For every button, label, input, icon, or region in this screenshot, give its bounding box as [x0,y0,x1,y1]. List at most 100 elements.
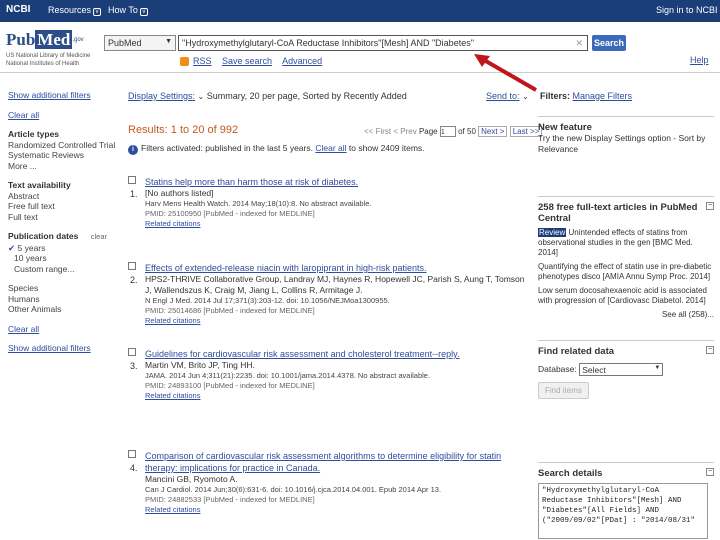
header-divider [0,72,720,73]
free-fulltext-item[interactable]: Review Unintended effects of statins fro… [538,228,714,258]
result-title-link[interactable]: Comparison of cardiovascular risk assess… [145,450,528,474]
article-types-heading: Article types [8,129,60,139]
result-pmid: PMID: 25014686 [PubMed - indexed for MED… [145,306,315,315]
collapse-icon[interactable]: − [706,346,714,354]
chevron-down-icon: ⌄ [197,92,205,101]
result-title-link[interactable]: Statins help more than harm those at ris… [145,176,528,188]
first-page-button[interactable]: << First [364,127,391,136]
chevron-down-icon: ▼ [654,365,661,371]
display-settings-link[interactable]: Display Settings: [128,91,195,101]
chevron-down-icon: v [139,8,148,16]
see-all-link[interactable]: See all (258)... [538,310,714,320]
clear-dates-link[interactable]: clear [91,232,107,241]
result-checkbox[interactable] [128,450,136,458]
rss-icon[interactable] [180,57,189,66]
page-of-label: of 50 [458,127,476,136]
signin-link[interactable]: Sign in to NCBI [656,5,718,15]
related-citations-link[interactable]: Related citations [145,316,528,326]
filter-notice: i Filters activated: published in the las… [128,143,425,155]
new-feature-box: New feature Try the new Display Settings… [538,116,714,155]
result-item: 1. Statins help more than harm those at … [128,176,528,229]
related-database-select[interactable]: Select ▼ [579,363,664,376]
filter-item[interactable]: More ... [8,161,120,172]
resources-menu[interactable]: Resources v [48,5,102,16]
send-to-link[interactable]: Send to: [486,91,520,101]
database-label: Database: [538,363,577,374]
next-page-button[interactable]: Next > [478,126,508,137]
result-item: 4. Comparison of cardiovascular risk ass… [128,450,528,515]
nlm-line2: National Institutes of Health [6,61,80,67]
filter-item[interactable]: Full text [8,212,120,223]
search-sublinks: RSS Save search Advanced [193,56,330,66]
related-citations-link[interactable]: Related citations [145,391,528,401]
new-feature-text[interactable]: Try the new Display Settings option - So… [538,133,714,155]
annotation-arrow-icon [474,54,537,92]
nlm-text: US National Library of Medicine National… [6,52,90,68]
filter-item[interactable]: Abstract [8,191,120,202]
result-authors: HPS2-THRIVE Collaborative Group, Landray… [145,274,525,295]
filter-item[interactable]: Systematic Reviews [8,150,120,161]
show-additional-filters-link[interactable]: Show additional filters [8,343,120,354]
info-icon: i [128,145,138,155]
help-link[interactable]: Help [690,55,709,65]
search-details-title: Search details [538,468,603,479]
send-to[interactable]: Send to: ⌄ [486,91,529,101]
result-title-link[interactable]: Effects of extended-release niacin with … [145,262,528,274]
collapse-icon[interactable]: − [706,468,714,476]
checkmark-icon: ✔ [8,242,16,253]
result-pmid: PMID: 24893100 [PubMed - indexed for MED… [145,381,315,390]
save-search-link[interactable]: Save search [222,56,272,66]
chevron-down-icon: ▼ [165,38,172,45]
filter-item[interactable]: Free full text [8,201,120,212]
prev-page-button[interactable]: < Prev [393,127,416,136]
result-citation: Can J Cardiol. 2014 Jun;30(6):631-6. doi… [145,485,442,494]
filter-clear-all-link[interactable]: Clear all [315,143,346,153]
manage-filters-link[interactable]: Manage Filters [573,91,633,101]
show-additional-filters-link[interactable]: Show additional filters [8,90,120,101]
filter-show-text: to show 2409 items. [348,143,425,153]
rss-link[interactable]: RSS [193,56,212,66]
search-input[interactable]: "Hydroxymethylglutaryl-CoA Reductase Inh… [178,35,588,51]
filter-notice-text: Filters activated: published in the last… [141,143,313,153]
text-availability-heading: Text availability [8,180,71,190]
results-count-title: Results: 1 to 20 of 992 [128,124,239,136]
page-number-value: 1 [440,129,445,137]
search-details-textarea[interactable]: "Hydroxymethylglutaryl-CoA Reductase Inh… [538,483,708,539]
filter-item-selected[interactable]: ✔ 5 years [8,243,120,254]
filter-item[interactable]: Randomized Controlled Trial [8,140,120,151]
result-checkbox[interactable] [128,176,136,184]
clear-all-link[interactable]: Clear all [8,324,120,335]
collapse-icon[interactable]: − [706,202,714,210]
clear-icon[interactable]: ✕ [575,38,583,49]
result-checkbox[interactable] [128,348,136,356]
filter-item-label: 5 years [17,242,46,253]
display-settings[interactable]: Display Settings: ⌄ Summary, 20 per page… [128,91,407,101]
clear-all-link[interactable]: Clear all [8,110,120,121]
result-authors: Mancini GB, Ryomoto A. [145,474,238,484]
filter-item[interactable]: Other Animals [8,304,120,315]
free-fulltext-item[interactable]: Quantifying the effect of statin use in … [538,262,714,282]
top-bar: NCBI Resources v How To v Sign in to NCBI [0,0,720,22]
result-citation: JAMA. 2014 Jun 4;311(21):2235. doi: 10.1… [145,371,431,380]
related-citations-link[interactable]: Related citations [145,219,528,229]
find-related-data-box: Find related data − Database: Select ▼ Fi… [538,340,714,399]
advanced-link[interactable]: Advanced [282,56,322,66]
free-fulltext-item[interactable]: Low serum docosahexaenoic acid is associ… [538,286,714,306]
howto-menu[interactable]: How To v [108,5,148,16]
species-heading: Species [8,283,39,293]
page-number-input[interactable]: 1 [439,126,456,138]
search-button[interactable]: Search [592,35,626,51]
filter-item[interactable]: Humans [8,294,120,305]
result-checkbox[interactable] [128,262,136,270]
result-title-link[interactable]: Guidelines for cardiovascular risk asses… [145,348,528,360]
ncbi-logo[interactable]: NCBI [6,4,30,15]
free-fulltext-item-source: [Cardiovasc Diabetol. 2014] [607,296,706,305]
related-citations-link[interactable]: Related citations [145,505,528,515]
result-number: 3. [130,361,138,371]
find-items-button[interactable]: Find items [538,382,589,399]
filter-item[interactable]: Custom range... [8,264,120,275]
logo-gov-text: .gov [72,37,84,43]
filter-item[interactable]: 10 years [8,253,120,264]
database-select[interactable]: PubMed ▼ [104,35,176,51]
find-related-data-title: Find related data [538,346,615,357]
